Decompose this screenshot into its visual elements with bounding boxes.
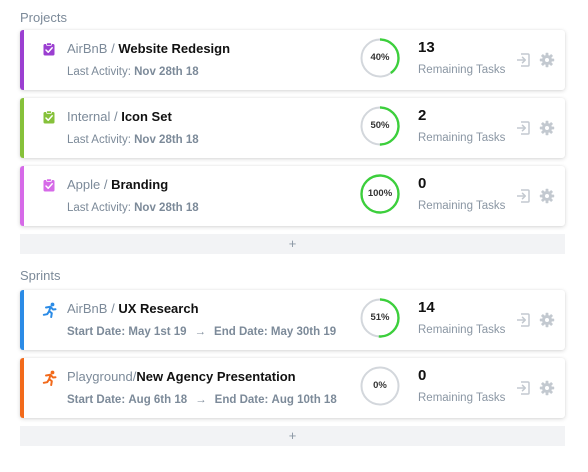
progress-ring: 100%: [360, 174, 400, 214]
sprint-dates: Start Date: May 1st 19 → End Date: May 30t…: [67, 326, 336, 338]
remaining-task-count: 13: [418, 39, 435, 56]
sign-in-icon[interactable]: [515, 188, 531, 204]
sprint-card[interactable]: Playground/New Agency Presentation Start…: [20, 358, 565, 418]
sign-in-icon[interactable]: [515, 312, 531, 328]
project-title[interactable]: Apple / Branding: [67, 177, 168, 192]
clipboard-check-icon: [42, 110, 56, 124]
remaining-task-count: 0: [418, 175, 427, 192]
progress-percent: 100%: [367, 188, 393, 199]
last-activity-label: Last Activity:: [67, 134, 131, 146]
last-activity: Last Activity: Nov 28th 18: [67, 202, 199, 214]
project-title[interactable]: AirBnB / Website Redesign: [67, 41, 230, 56]
last-activity-label: Last Activity:: [67, 66, 131, 78]
start-date: Aug 6th 18: [128, 394, 188, 406]
runner-icon: [42, 302, 57, 318]
sprint-dates: Start Date: Aug 6th 18 → End Date: Aug 10t…: [67, 394, 337, 406]
progress-ring: 0%: [360, 366, 400, 406]
add-sprint-button[interactable]: +: [20, 426, 565, 446]
gear-icon[interactable]: [539, 120, 555, 136]
end-date: May 30th 19: [270, 326, 337, 338]
end-date: Aug 10th 18: [271, 394, 337, 406]
title-separator: /: [107, 301, 119, 316]
progress-percent: 51%: [370, 312, 390, 323]
remaining-tasks-label: Remaining Tasks: [418, 200, 506, 212]
project-card[interactable]: Apple / Branding Last Activity: Nov 28th…: [20, 166, 565, 226]
end-date-label: End Date:: [214, 394, 269, 406]
clipboard-check-icon: [42, 42, 56, 56]
sprint-title[interactable]: AirBnB / UX Research: [67, 301, 199, 316]
gear-icon[interactable]: [539, 52, 555, 68]
client-name: AirBnB: [67, 41, 108, 56]
color-stripe: [20, 30, 24, 90]
title-separator: /: [110, 109, 122, 124]
sign-in-icon[interactable]: [515, 380, 531, 396]
color-stripe: [20, 290, 24, 350]
last-activity-date: Nov 28th 18: [134, 134, 199, 146]
progress-percent: 50%: [370, 120, 390, 131]
color-stripe: [20, 98, 24, 158]
color-stripe: [20, 166, 24, 226]
end-date-label: End Date:: [214, 326, 268, 338]
project-card[interactable]: Internal / Icon Set Last Activity: Nov 2…: [20, 98, 565, 158]
gear-icon[interactable]: [539, 380, 555, 396]
sprint-title[interactable]: Playground/New Agency Presentation: [67, 369, 296, 384]
projects-section-title: Projects: [20, 10, 67, 25]
project-card[interactable]: AirBnB / Website Redesign Last Activity:…: [20, 30, 565, 90]
progress-ring: 51%: [360, 298, 400, 338]
project-name: Website Redesign: [118, 41, 231, 56]
last-activity-date: Nov 28th 18: [134, 66, 199, 78]
sign-in-icon[interactable]: [515, 52, 531, 68]
remaining-tasks-label: Remaining Tasks: [418, 324, 506, 336]
last-activity: Last Activity: Nov 28th 18: [67, 134, 199, 146]
start-date-label: Start Date:: [67, 394, 126, 406]
client-name: Internal: [67, 109, 111, 124]
progress-ring: 50%: [360, 106, 400, 146]
client-name: Playground: [67, 369, 133, 384]
title-separator: /: [100, 177, 112, 192]
sprint-name: New Agency Presentation: [136, 369, 296, 384]
last-activity-date: Nov 28th 18: [134, 202, 199, 214]
progress-ring: 40%: [360, 38, 400, 78]
project-name: Branding: [111, 177, 169, 192]
date-arrow: →: [194, 326, 207, 338]
start-date-label: Start Date:: [67, 326, 126, 338]
remaining-task-count: 2: [418, 107, 427, 124]
start-date: May 1st 19: [128, 326, 187, 338]
remaining-tasks-label: Remaining Tasks: [418, 392, 506, 404]
last-activity-label: Last Activity:: [67, 202, 131, 214]
add-project-button[interactable]: +: [20, 234, 565, 254]
date-arrow: →: [195, 394, 207, 406]
gear-icon[interactable]: [539, 312, 555, 328]
progress-percent: 40%: [370, 52, 390, 63]
clipboard-check-icon: [42, 178, 56, 192]
remaining-task-count: 0: [418, 367, 427, 384]
client-name: AirBnB: [67, 301, 108, 316]
sign-in-icon[interactable]: [515, 120, 531, 136]
sprint-card[interactable]: AirBnB / UX Research Start Date: May 1st…: [20, 290, 565, 350]
remaining-tasks-label: Remaining Tasks: [418, 64, 506, 76]
gear-icon[interactable]: [539, 188, 555, 204]
color-stripe: [20, 358, 24, 418]
runner-icon: [42, 370, 57, 386]
project-name: Icon Set: [121, 109, 172, 124]
last-activity: Last Activity: Nov 28th 18: [67, 66, 199, 78]
project-title[interactable]: Internal / Icon Set: [67, 109, 172, 124]
client-name: Apple: [67, 177, 101, 192]
sprint-name: UX Research: [118, 301, 199, 316]
title-separator: /: [107, 41, 119, 56]
sprints-section-title: Sprints: [20, 268, 61, 283]
progress-percent: 0%: [373, 380, 387, 391]
remaining-task-count: 14: [418, 299, 435, 316]
remaining-tasks-label: Remaining Tasks: [418, 132, 506, 144]
